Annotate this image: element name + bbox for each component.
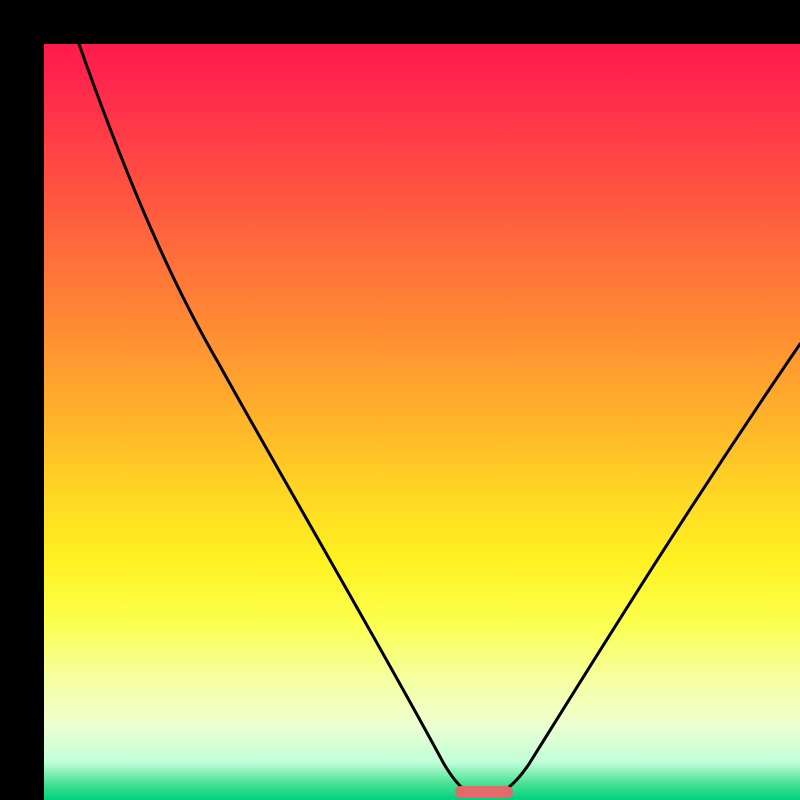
chart-curve-svg [44,44,800,800]
optimal-marker [455,786,513,798]
chart-frame [0,0,800,800]
bottleneck-curve [79,44,800,796]
chart-plot-area [44,44,800,800]
